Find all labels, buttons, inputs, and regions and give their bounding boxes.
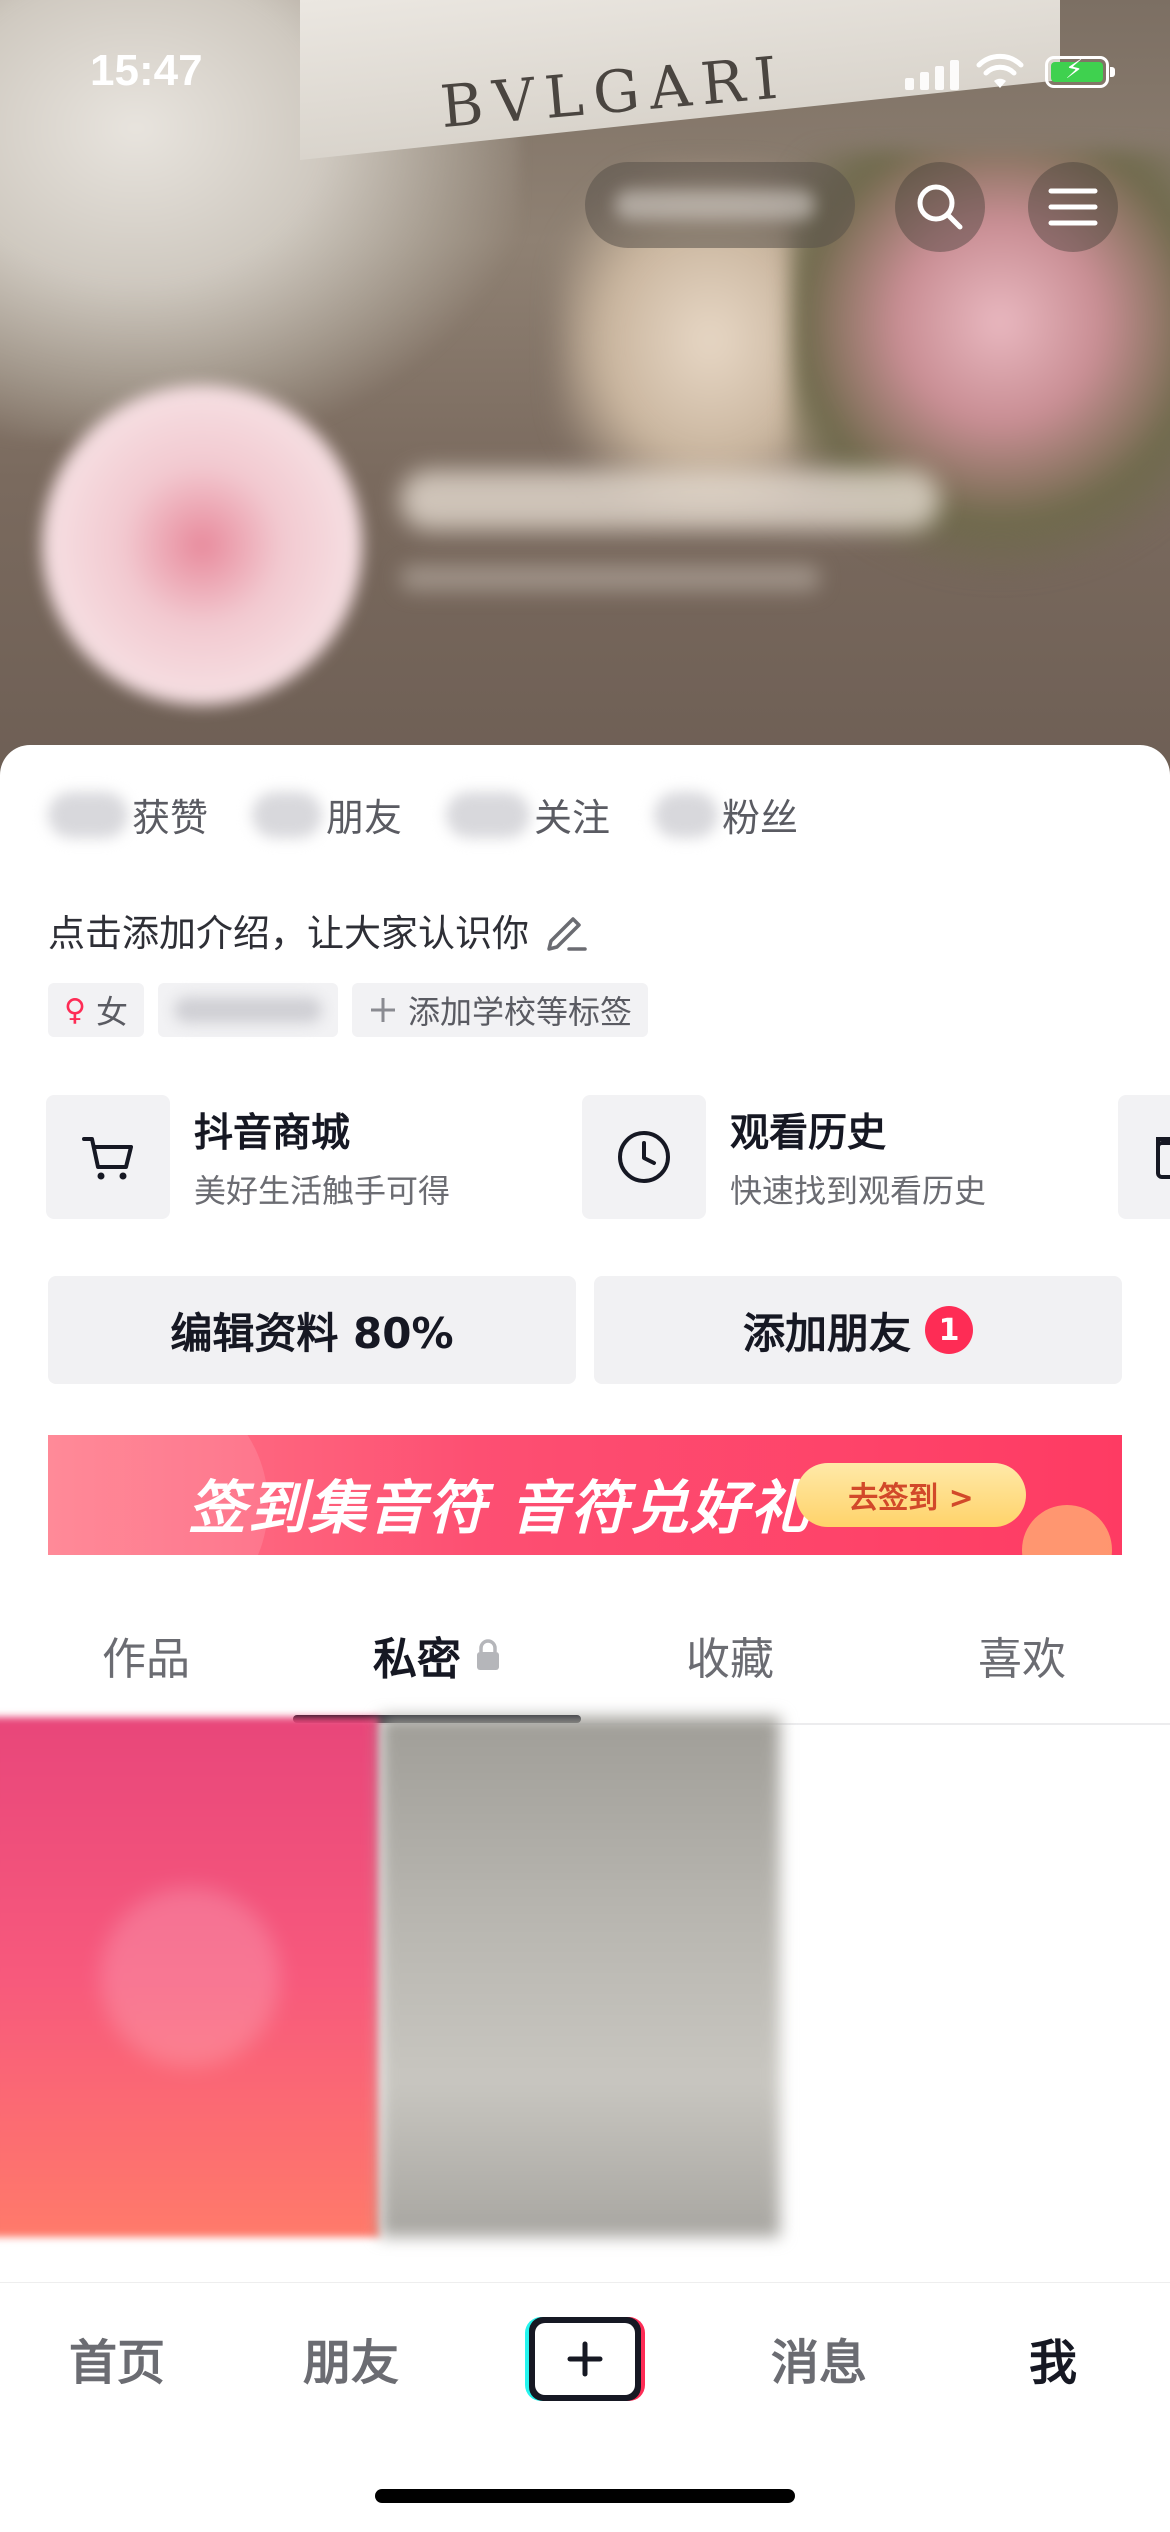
service-icon-box: [1118, 1095, 1170, 1219]
profile-actions: 编辑资料 80% 添加朋友 1: [48, 1276, 1122, 1384]
tab-likes[interactable]: 喜欢: [876, 1585, 1168, 1725]
plus-icon: [567, 2341, 603, 2377]
status-time: 15:47: [90, 46, 203, 95]
status-bar: 15:47 ⚡: [0, 0, 1170, 140]
tab-private[interactable]: 私密: [292, 1585, 584, 1725]
tab-works[interactable]: 作品: [0, 1585, 292, 1725]
plus-icon: [371, 998, 395, 1022]
stat-likes-count-blurred: [48, 791, 128, 838]
lock-icon: [477, 1639, 499, 1670]
service-icon-box: [582, 1095, 706, 1219]
video-thumbnail[interactable]: [380, 1717, 780, 2237]
create-post-button[interactable]: [525, 2317, 645, 2401]
bio-placeholder[interactable]: 点击添加介绍，让大家认识你: [48, 903, 589, 957]
add-tag-label: 添加学校等标签: [408, 993, 633, 1031]
edit-pencil-icon: [547, 917, 587, 951]
nav-messages[interactable]: 消息: [702, 2323, 936, 2393]
account-id-blurred: [400, 565, 820, 591]
bio-text: 点击添加介绍，让大家认识你: [48, 912, 529, 955]
checkin-banner[interactable]: 签到集音符 音符兑好礼 去签到 >: [48, 1435, 1122, 1555]
clock-icon: [618, 1131, 670, 1183]
bottom-tab-bar: 首页 朋友 消息 我: [0, 2282, 1170, 2532]
visitor-button[interactable]: [585, 162, 855, 248]
cart-icon: [82, 1137, 133, 1180]
wifi-icon: [976, 53, 1024, 88]
hamburger-menu-icon: [1048, 188, 1098, 226]
service-title: 观看历史: [730, 1111, 887, 1156]
tab-label: 收藏: [686, 1634, 774, 1685]
add-friend-button[interactable]: 添加朋友 1: [594, 1276, 1122, 1384]
search-button[interactable]: [895, 162, 985, 252]
location-tag-blurred[interactable]: [158, 983, 338, 1037]
profile-stats: 获赞 朋友 关注 粉丝: [48, 787, 842, 842]
cellular-signal-icon: [905, 60, 959, 90]
tab-favorites[interactable]: 收藏: [584, 1585, 876, 1725]
stat-likes-label: 获赞: [132, 796, 209, 840]
service-more-partial[interactable]: [1118, 1095, 1170, 1219]
folder-icon: [1156, 1137, 1170, 1179]
search-icon: [917, 184, 963, 230]
stat-followers-count-blurred: [654, 791, 719, 838]
female-icon: ♀: [64, 992, 86, 1028]
stat-following-label: 关注: [534, 796, 611, 840]
service-douyin-mall[interactable]: 抖音商城 美好生活触手可得: [46, 1095, 450, 1219]
notification-badge: 1: [925, 1306, 973, 1354]
tab-label: 喜欢: [978, 1634, 1066, 1685]
stat-following[interactable]: 关注: [446, 787, 610, 842]
banner-title: 签到集音符 音符兑好礼: [188, 1474, 811, 1542]
stat-followers-label: 粉丝: [722, 796, 799, 840]
service-subtitle: 快速找到观看历史: [730, 1172, 987, 1210]
content-tabs: 作品 私密 收藏 喜欢: [0, 1585, 1170, 1725]
stat-friends-label: 朋友: [326, 796, 403, 840]
service-icon-box: [46, 1095, 170, 1219]
checkin-button[interactable]: 去签到 >: [796, 1463, 1026, 1527]
service-subtitle: 美好生活触手可得: [194, 1172, 451, 1210]
nickname-blurred: [400, 470, 940, 530]
gender-tag[interactable]: ♀ 女: [48, 983, 144, 1037]
nav-home[interactable]: 首页: [0, 2323, 234, 2393]
service-watch-history[interactable]: 观看历史 快速找到观看历史: [582, 1095, 986, 1219]
battery-icon: ⚡: [1045, 56, 1115, 88]
tab-label: 作品: [102, 1634, 190, 1685]
stat-friends-count-blurred: [252, 791, 323, 838]
profile-sheet: 获赞 朋友 关注 粉丝 点击添加介绍，让大家认识你 ♀ 女 添加学校等标签 抖音…: [0, 745, 1170, 2280]
video-grid: [0, 1717, 1170, 2237]
tab-label: 私密: [373, 1634, 461, 1685]
service-title: 抖音商城: [194, 1111, 351, 1156]
edit-profile-label: 编辑资料 80%: [170, 1308, 454, 1358]
profile-tags: ♀ 女 添加学校等标签: [48, 983, 649, 1037]
nav-friends[interactable]: 朋友: [234, 2323, 468, 2393]
add-friend-label: 添加朋友: [742, 1308, 911, 1358]
add-tag-button[interactable]: 添加学校等标签: [352, 983, 649, 1037]
stat-friends[interactable]: 朋友: [252, 787, 402, 842]
stat-following-count-blurred: [446, 791, 531, 838]
home-indicator: [375, 2489, 795, 2503]
video-thumbnail[interactable]: [0, 1717, 380, 2237]
stat-likes[interactable]: 获赞: [48, 787, 208, 842]
nav-me[interactable]: 我: [936, 2323, 1170, 2393]
edit-profile-button[interactable]: 编辑资料 80%: [48, 1276, 576, 1384]
banner-coin-decoration: [1022, 1505, 1112, 1555]
menu-button[interactable]: [1028, 162, 1118, 252]
stat-followers[interactable]: 粉丝: [654, 787, 798, 842]
avatar[interactable]: [42, 385, 362, 705]
service-shortcuts: 抖音商城 美好生活触手可得 观看历史 快速找到观看历史: [46, 1095, 1170, 1221]
visitor-info-blurred: [615, 190, 815, 220]
gender-tag-label: 女: [95, 993, 128, 1031]
